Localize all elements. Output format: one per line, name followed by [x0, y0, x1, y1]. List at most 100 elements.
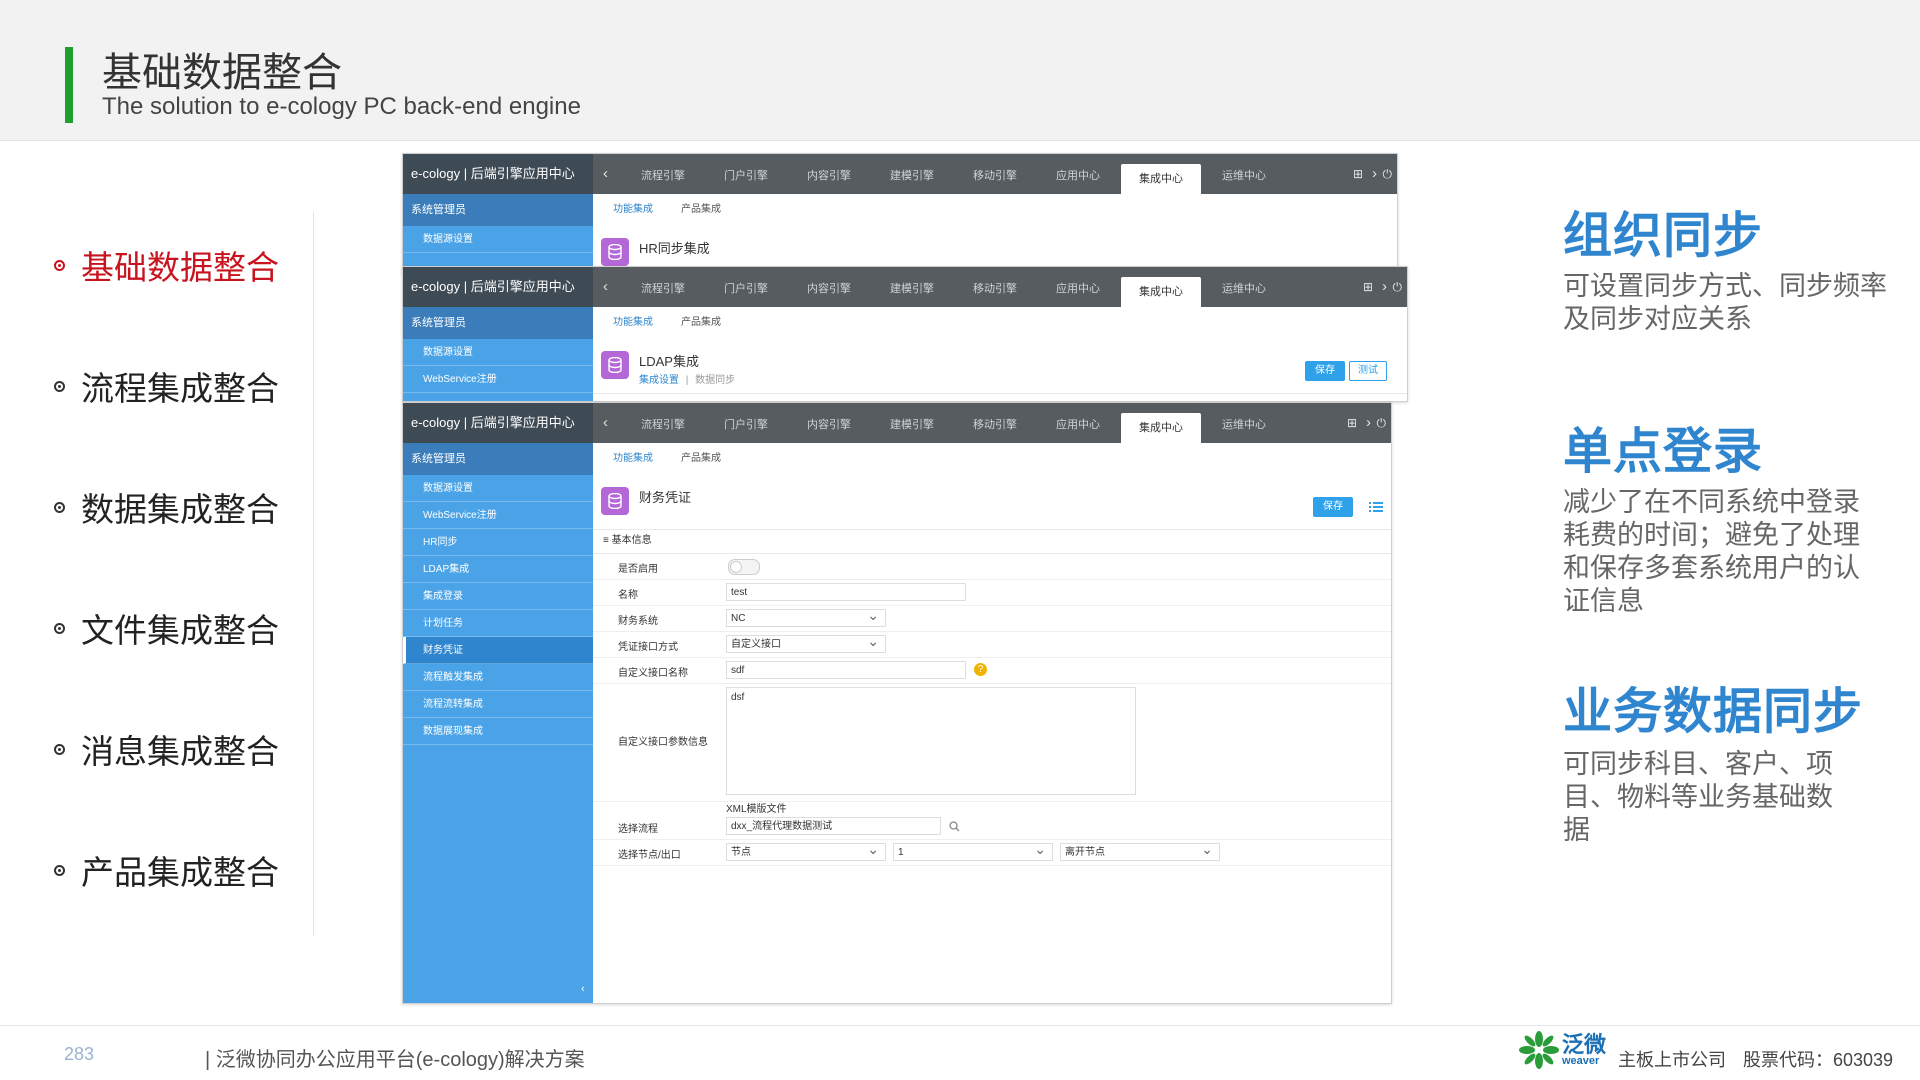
tab-model-engine[interactable]: 建模引擎: [872, 403, 952, 443]
footer-divider: [0, 1025, 1920, 1026]
power-icon[interactable]: ⏻: [1377, 403, 1387, 443]
database-icon: [601, 238, 629, 266]
menu-item-product[interactable]: 产品集成整合: [54, 846, 279, 894]
tab-integration-center[interactable]: 集成中心: [1121, 277, 1201, 307]
enabled-toggle[interactable]: [728, 559, 760, 575]
tab-app-center[interactable]: 应用中心: [1038, 267, 1118, 307]
field-label: 凭证接口方式: [618, 642, 678, 653]
flow-input[interactable]: dxx_流程代理数据测试: [726, 817, 941, 835]
sidebar-item-webservice[interactable]: WebService注册: [403, 366, 593, 393]
company-status: 主板上市公司: [1618, 1050, 1726, 1070]
feature-title-sso: 单点登录: [1563, 425, 1764, 479]
interface-params-textarea[interactable]: dsf: [726, 687, 1136, 795]
menu-item-file[interactable]: 文件集成整合: [54, 604, 279, 652]
help-icon[interactable]: ?: [974, 663, 987, 676]
nav-back-icon[interactable]: ‹: [603, 154, 608, 194]
link-integration-settings[interactable]: 集成设置: [639, 375, 679, 386]
search-icon[interactable]: [949, 821, 960, 832]
subtab-product[interactable]: 产品集成: [681, 443, 721, 475]
sidebar-item-datasource[interactable]: 数据源设置: [403, 339, 593, 366]
tab-portal-engine[interactable]: 门户引擎: [706, 267, 786, 307]
database-icon: [601, 487, 629, 515]
tab-model-engine[interactable]: 建模引擎: [872, 154, 952, 194]
row-method: 凭证接口方式 自定义接口: [593, 631, 1391, 658]
subtab-function[interactable]: 功能集成: [613, 194, 653, 226]
tab-mobile-engine[interactable]: 移动引擎: [955, 154, 1035, 194]
nav-next-icon[interactable]: ›: [1372, 154, 1377, 194]
subtab-product[interactable]: 产品集成: [681, 307, 721, 339]
menu-item-basic-data[interactable]: 基础数据整合: [54, 241, 279, 289]
interface-name-input[interactable]: sdf: [726, 661, 966, 679]
row-interface-params: 自定义接口参数信息 dsf: [593, 683, 1391, 802]
nav-next-icon[interactable]: ›: [1382, 267, 1387, 307]
grid-icon[interactable]: ⊞: [1347, 403, 1357, 443]
tab-content-engine[interactable]: 内容引擎: [789, 403, 869, 443]
link-data-sync[interactable]: 数据同步: [695, 375, 735, 386]
field-label: 自定义接口名称: [618, 668, 688, 679]
field-label: 名称: [618, 590, 638, 601]
collapse-sidebar-icon[interactable]: ‹: [581, 983, 585, 995]
tab-flow-engine[interactable]: 流程引擎: [623, 267, 703, 307]
power-icon[interactable]: ⏻: [1383, 154, 1393, 194]
power-icon[interactable]: ⏻: [1393, 267, 1403, 307]
nav-back-icon[interactable]: ‹: [603, 267, 608, 307]
menu-item-data[interactable]: 数据集成整合: [54, 483, 279, 531]
nav-back-icon[interactable]: ‹: [603, 403, 608, 443]
tab-model-engine[interactable]: 建模引擎: [872, 267, 952, 307]
save-button[interactable]: 保存: [1313, 497, 1353, 517]
node-select[interactable]: 节点: [726, 840, 886, 861]
sidebar: 系统管理员 数据源设置: [403, 194, 593, 274]
tab-flow-engine[interactable]: 流程引擎: [623, 403, 703, 443]
bullet-icon: [54, 864, 65, 876]
menu-item-message[interactable]: 消息集成整合: [54, 725, 279, 773]
sidebar-item-hr-sync[interactable]: HR同步: [403, 529, 593, 556]
sidebar-head: 系统管理员: [403, 443, 593, 475]
bullet-icon: [54, 622, 65, 634]
tab-integration-center[interactable]: 集成中心: [1121, 164, 1201, 194]
module-title: LDAP集成: [639, 354, 699, 369]
sidebar-item-datasource[interactable]: 数据源设置: [403, 226, 593, 253]
subtab-function[interactable]: 功能集成: [613, 443, 653, 475]
top-nav: ‹ 流程引擎 门户引擎 内容引擎 建模引擎 移动引擎 应用中心 集成中心 运维中…: [593, 154, 1397, 194]
test-button[interactable]: 测试: [1349, 361, 1387, 381]
tab-mobile-engine[interactable]: 移动引擎: [955, 403, 1035, 443]
menu-item-process[interactable]: 流程集成整合: [54, 362, 279, 410]
database-icon: [601, 351, 629, 379]
sidebar-item-webservice[interactable]: WebService注册: [403, 502, 593, 529]
save-button[interactable]: 保存: [1305, 361, 1345, 381]
subtab-function[interactable]: 功能集成: [613, 307, 653, 339]
sidebar-item-datasource[interactable]: 数据源设置: [403, 475, 593, 502]
sidebar-item-voucher[interactable]: 财务凭证: [403, 637, 593, 664]
bullet-icon: [54, 259, 65, 271]
sidebar-item-schedule[interactable]: 计划任务: [403, 610, 593, 637]
tab-flow-engine[interactable]: 流程引擎: [623, 154, 703, 194]
list-menu-icon[interactable]: [1369, 501, 1383, 513]
tab-app-center[interactable]: 应用中心: [1038, 403, 1118, 443]
system-select[interactable]: NC: [726, 606, 886, 627]
grid-icon[interactable]: ⊞: [1353, 154, 1363, 194]
tab-app-center[interactable]: 应用中心: [1038, 154, 1118, 194]
nav-next-icon[interactable]: ›: [1366, 403, 1371, 443]
stock-code: 股票代码：603039: [1743, 1050, 1894, 1070]
tab-ops-center[interactable]: 运维中心: [1204, 154, 1284, 194]
sidebar-item-flow-trigger[interactable]: 流程触发集成: [403, 664, 593, 691]
tab-content-engine[interactable]: 内容引擎: [789, 267, 869, 307]
tab-ops-center[interactable]: 运维中心: [1204, 267, 1284, 307]
sidebar-item-data-display[interactable]: 数据展现集成: [403, 718, 593, 745]
sidebar-item-sso[interactable]: 集成登录: [403, 583, 593, 610]
tab-ops-center[interactable]: 运维中心: [1204, 403, 1284, 443]
tab-integration-center[interactable]: 集成中心: [1121, 413, 1201, 443]
method-select[interactable]: 自定义接口: [726, 632, 886, 653]
tab-content-engine[interactable]: 内容引擎: [789, 154, 869, 194]
grid-icon[interactable]: ⊞: [1363, 267, 1373, 307]
node-number-select[interactable]: 1: [893, 840, 1053, 861]
sidebar-item-flow-transfer[interactable]: 流程流转集成: [403, 691, 593, 718]
node-exit-select[interactable]: 离开节点: [1060, 840, 1220, 861]
leaf-logo-icon: [1519, 1031, 1559, 1069]
tab-portal-engine[interactable]: 门户引擎: [706, 154, 786, 194]
subtab-product[interactable]: 产品集成: [681, 194, 721, 226]
tab-mobile-engine[interactable]: 移动引擎: [955, 267, 1035, 307]
name-input[interactable]: test: [726, 583, 966, 601]
sidebar-item-ldap[interactable]: LDAP集成: [403, 556, 593, 583]
tab-portal-engine[interactable]: 门户引擎: [706, 403, 786, 443]
